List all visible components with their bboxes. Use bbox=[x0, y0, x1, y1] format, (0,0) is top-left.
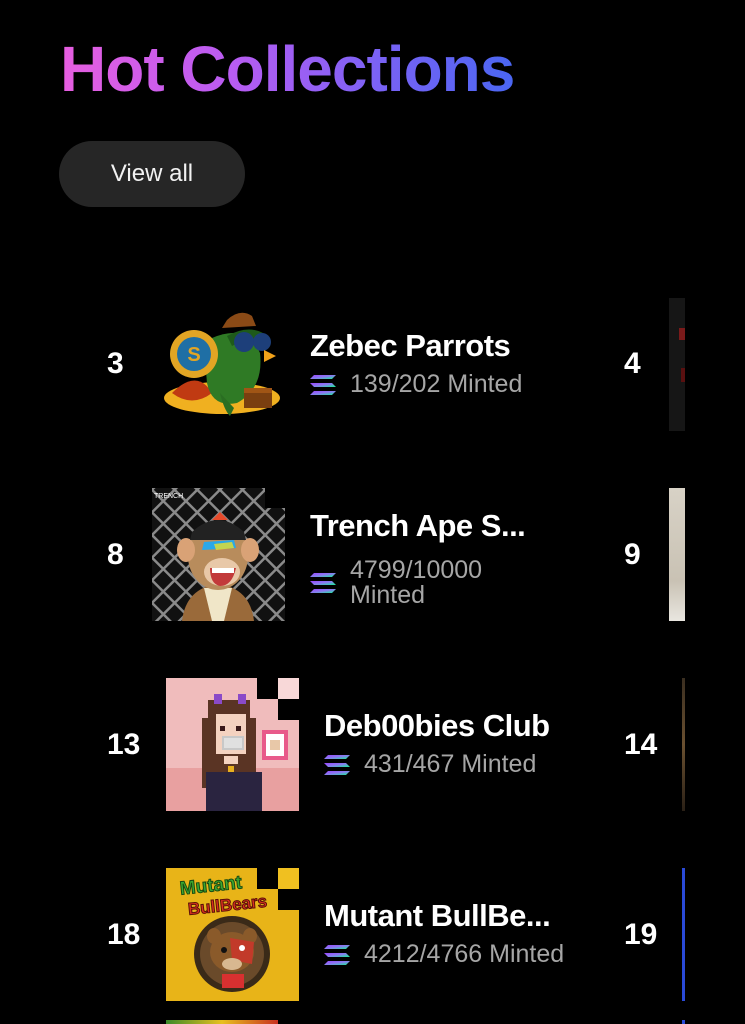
collection-row[interactable]: 8 TRENCH Trench Ape S... 4799/10000 Mint… bbox=[0, 488, 745, 621]
collection-row-partial[interactable] bbox=[166, 1020, 278, 1024]
bullbear-image[interactable]: Mutant BullBears bbox=[166, 868, 299, 1001]
minted-count: 4212/4766 Minted bbox=[364, 940, 565, 968]
solana-icon bbox=[324, 754, 350, 775]
next-collection-rank: 9 bbox=[624, 538, 641, 571]
page-title: Hot Collections bbox=[60, 30, 515, 108]
next-collection-rank: 4 bbox=[624, 347, 641, 380]
collection-row[interactable]: 18 Mutant BullBears Mutant BullBe... 421… bbox=[0, 868, 745, 1001]
minted-count: 139/202 Minted bbox=[350, 370, 523, 398]
minted-count: 4799/10000 Minted bbox=[350, 556, 483, 609]
next-collection-rank: 19 bbox=[624, 918, 658, 951]
collection-name[interactable]: Mutant BullBe... bbox=[324, 898, 594, 934]
minted-count: 431/467 Minted bbox=[364, 750, 537, 778]
next-collection-thumb[interactable] bbox=[669, 298, 685, 431]
collection-rank: 13 bbox=[107, 728, 141, 761]
collection-rank: 18 bbox=[107, 918, 141, 951]
next-collection-thumb[interactable] bbox=[682, 868, 685, 1001]
pixel-girl-image[interactable] bbox=[166, 678, 299, 811]
collection-rank: 8 bbox=[107, 538, 124, 571]
next-collection-rank: 14 bbox=[624, 728, 658, 761]
next-collection-thumb[interactable] bbox=[682, 678, 685, 811]
solana-icon bbox=[310, 573, 336, 593]
collection-row[interactable]: 13 Deb00bies Club 431/467 Minted 14 bbox=[0, 678, 745, 811]
svg-text:TRENCH: TRENCH bbox=[154, 493, 183, 500]
next-collection-thumb-partial[interactable] bbox=[682, 1020, 685, 1024]
collection-name[interactable]: Trench Ape S... bbox=[310, 508, 580, 544]
ape-image[interactable]: TRENCH bbox=[152, 488, 285, 621]
next-collection-thumb[interactable] bbox=[669, 488, 685, 621]
svg-text:S: S bbox=[187, 344, 200, 366]
solana-icon bbox=[324, 944, 350, 965]
collection-row[interactable]: 3 S Zebec Parrots 139/202 Minted 4 bbox=[0, 298, 745, 431]
view-all-button[interactable]: View all bbox=[59, 141, 245, 207]
collection-rank: 3 bbox=[107, 347, 124, 380]
solana-icon bbox=[310, 374, 336, 395]
collection-name[interactable]: Zebec Parrots bbox=[310, 328, 580, 364]
collection-name[interactable]: Deb00bies Club bbox=[324, 708, 594, 744]
parrot-image[interactable]: S bbox=[152, 298, 285, 431]
